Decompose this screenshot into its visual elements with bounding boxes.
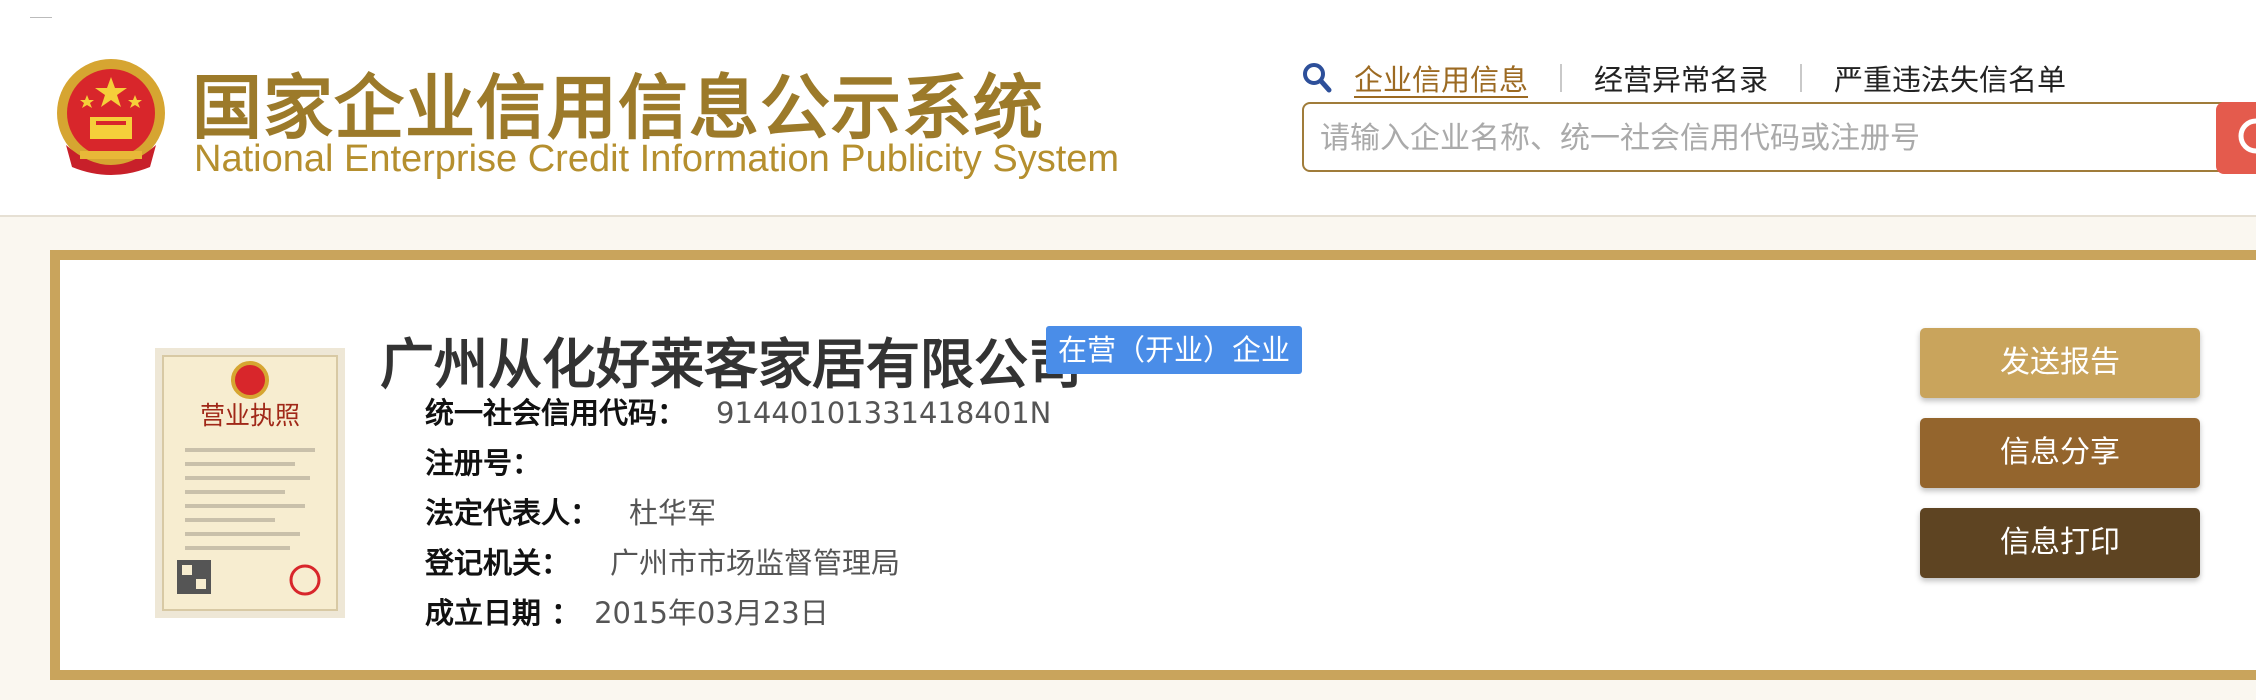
national-emblem-icon: [57, 59, 165, 175]
field-established-date: 成立日期 ： 2015年03月23日: [425, 590, 829, 632]
send-report-button[interactable]: 发送报告: [1920, 328, 2200, 398]
share-info-button[interactable]: 信息分享: [1920, 418, 2200, 488]
field-value: 2015年03月23日: [594, 596, 829, 630]
nav-separator: [1560, 64, 1563, 92]
nav-abnormal-operation-list[interactable]: 经营异常名录: [1594, 57, 1768, 99]
field-label: 法定代表人：: [425, 496, 600, 530]
nav-separator: [1800, 64, 1803, 92]
field-registration-number: 注册号：: [425, 440, 541, 482]
search-button[interactable]: [2216, 102, 2256, 174]
company-info-card: 营业执照 广州从化好莱客家居有限公司 在营（开业）企业 统一社会信用代码： 914…: [50, 250, 2256, 680]
field-value: 广州市市场监督管理局: [610, 546, 901, 580]
field-registration-authority: 登记机关： 广州市市场监督管理局: [425, 540, 900, 582]
company-name: 广州从化好莱客家居有限公司: [380, 332, 1082, 396]
field-label: 登记机关：: [425, 546, 571, 580]
field-label: 成立日期 ：: [425, 596, 581, 630]
field-label: 注册号：: [425, 446, 542, 480]
search-box: [1302, 102, 2232, 172]
top-nav: 企业信用信息 经营异常名录 严重违法失信名单: [1302, 58, 2066, 98]
search-icon: [1303, 63, 1332, 93]
search-button-icon: [2238, 118, 2256, 154]
search-input[interactable]: [1318, 104, 2202, 172]
business-license-image[interactable]: 营业执照: [155, 348, 345, 618]
site-header: 国家企业信用信息公示系统 National Enterprise Credit …: [0, 0, 2256, 217]
divider: [30, 17, 52, 18]
nav-serious-violation-list[interactable]: 严重违法失信名单: [1834, 57, 2066, 99]
field-value: 91440101331418401N: [716, 396, 1052, 430]
field-credit-code: 统一社会信用代码： 91440101331418401N: [425, 390, 1051, 432]
status-badge: 在营（开业）企业: [1046, 326, 1303, 374]
license-heading: 营业执照: [200, 401, 300, 430]
nav-enterprise-credit-info[interactable]: 企业信用信息: [1354, 57, 1528, 99]
field-label: 统一社会信用代码：: [425, 396, 687, 430]
site-title-en: National Enterprise Credit Information P…: [194, 138, 1120, 180]
field-legal-representative: 法定代表人： 杜华军: [425, 490, 716, 532]
print-info-button[interactable]: 信息打印: [1920, 508, 2200, 578]
field-value: 杜华军: [629, 496, 717, 530]
